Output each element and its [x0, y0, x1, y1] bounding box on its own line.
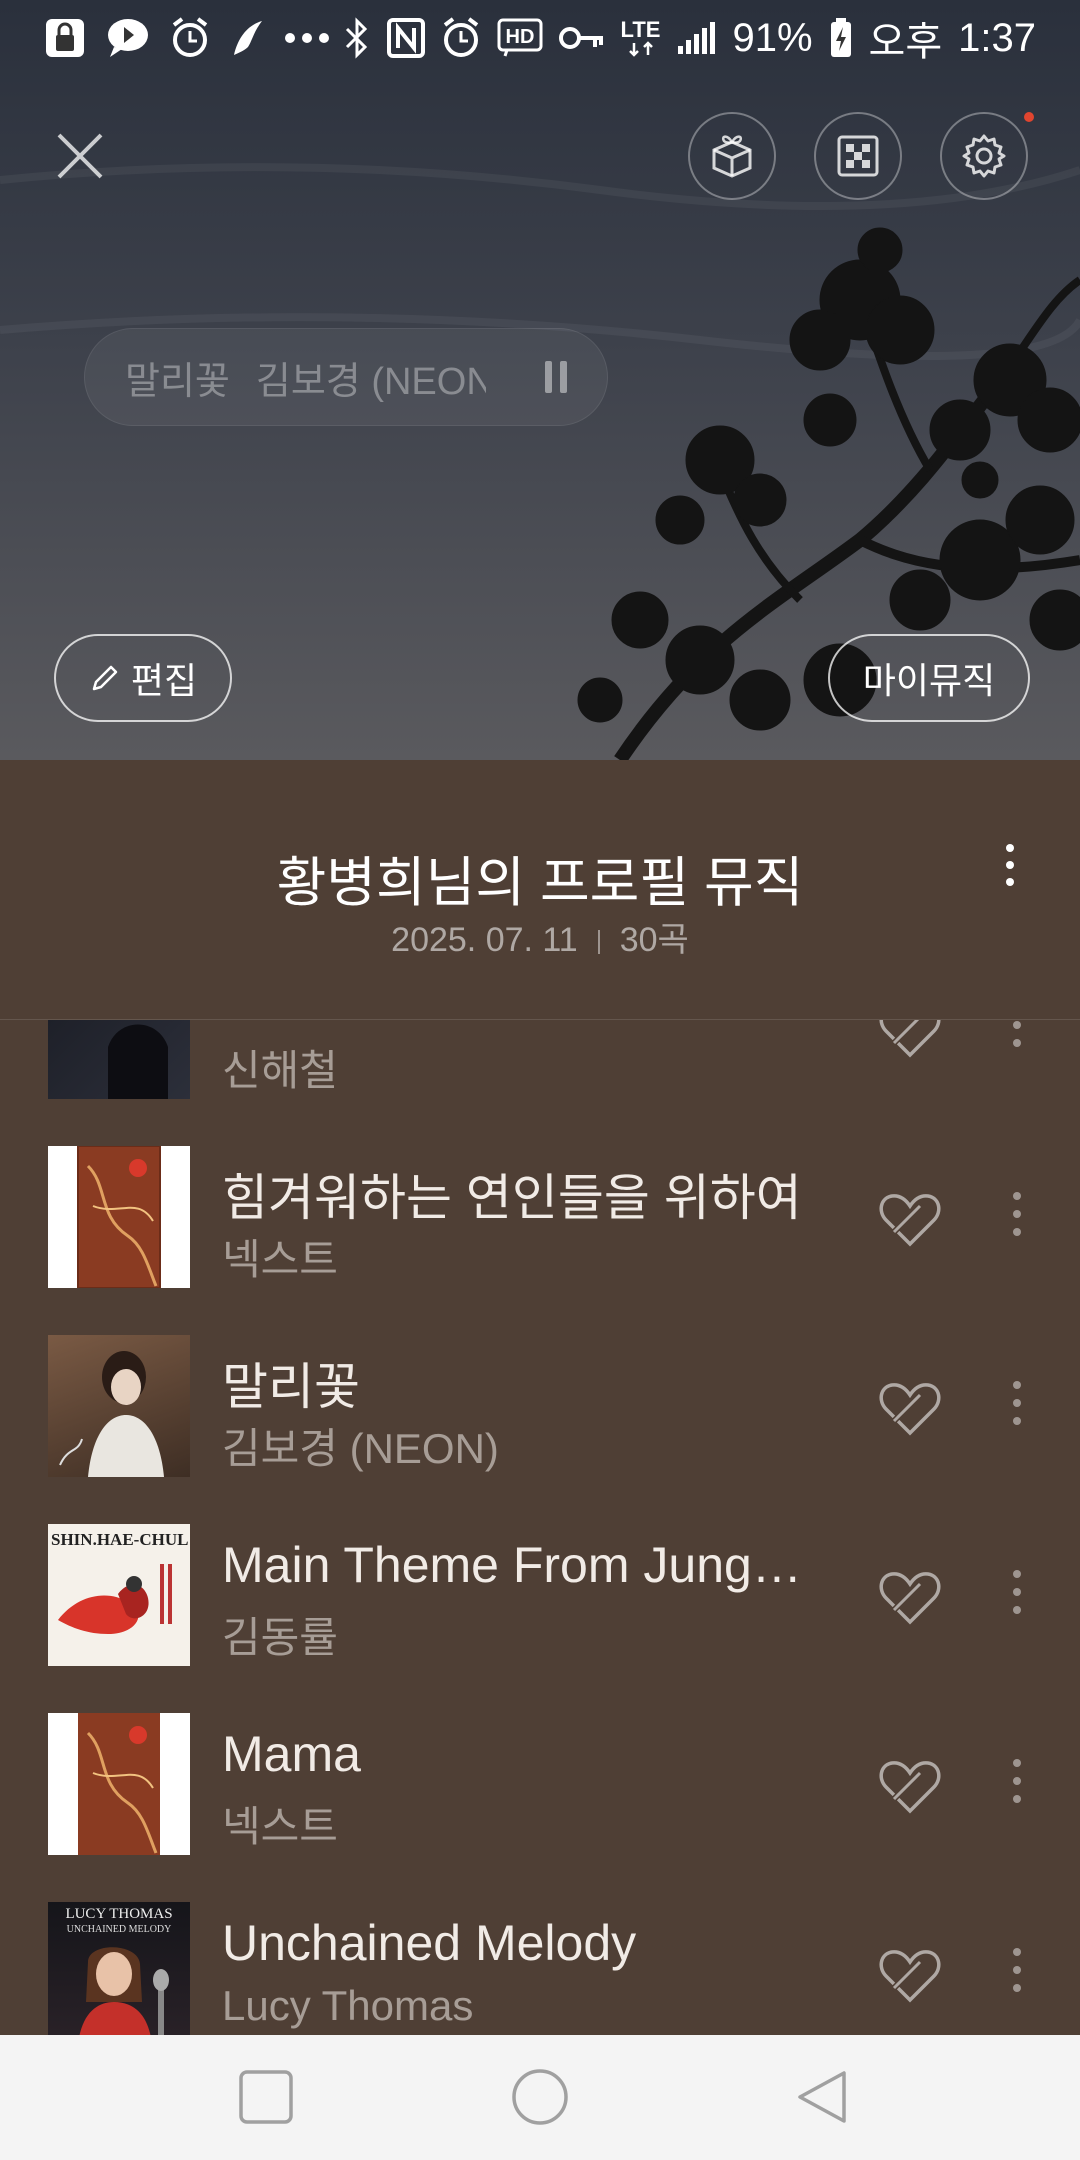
playlist-more-button[interactable]: [1006, 844, 1014, 886]
home-button[interactable]: [508, 2065, 572, 2129]
song-more-button[interactable]: [1013, 1381, 1021, 1425]
mini-player-artist: 김보경 (NEON): [255, 360, 486, 403]
bluetooth-icon: [343, 17, 371, 59]
battery-percent: 91%: [732, 15, 813, 60]
song-row[interactable]: Mama 넥스트: [0, 1675, 1080, 1864]
album-art: LUCY THOMAS UNCHAINED MELODY: [48, 1902, 190, 2035]
album-art: [48, 1020, 190, 1099]
like-heart-icon[interactable]: [878, 1757, 942, 1817]
song-more-button[interactable]: [1013, 1759, 1021, 1803]
playlist-meta: 2025. 07. 11 30곡: [0, 912, 1080, 961]
nfc-icon: [386, 18, 425, 58]
clock: 1:37: [958, 15, 1036, 60]
status-bar: HD LTE 91% 오후 1:37: [0, 0, 1080, 76]
song-row[interactable]: SHIN.HAE-CHUL Main Theme From Jungle Sto…: [0, 1486, 1080, 1675]
song-more-button[interactable]: [1013, 1948, 1021, 1992]
my-music-button[interactable]: 마이뮤직: [828, 634, 1030, 722]
song-more-button[interactable]: [1013, 1570, 1021, 1614]
settings-icon: [962, 134, 1006, 178]
home-icon: [512, 2069, 568, 2125]
lock-icon: [44, 17, 86, 59]
album-art: SHIN.HAE-CHUL: [48, 1524, 190, 1666]
song-title: Main Theme From Jungle Story: [222, 1537, 802, 1593]
song-more-button[interactable]: [1013, 1020, 1021, 1047]
song-artist: 신해철: [222, 1047, 338, 1094]
lte-icon: LTE: [621, 19, 660, 57]
navigation-bar: [0, 2035, 1080, 2160]
mini-player[interactable]: 말리꽃 김보경 (NEON): [84, 328, 608, 426]
pencil-icon: [92, 665, 118, 691]
song-row[interactable]: 말리꽃 김보경 (NEON): [0, 1297, 1080, 1486]
playlist-header: 황병희님의 프로필 뮤직 2025. 07. 11 30곡: [0, 760, 1080, 1020]
song-title: Mama: [222, 1726, 361, 1782]
mini-player-title: 말리꽃: [125, 360, 230, 403]
pattern-button[interactable]: [814, 112, 902, 200]
more-dots-icon: [284, 32, 330, 44]
album-art: [48, 1713, 190, 1855]
song-artist: 김동률: [222, 1614, 338, 1661]
song-title: Unchained Melody: [222, 1915, 637, 1971]
song-title: 말리꽃: [222, 1359, 360, 1415]
like-heart-icon[interactable]: [878, 1379, 942, 1439]
playlist-date: 2025. 07. 11: [391, 921, 578, 959]
playlist-title: 황병희님의 프로필 뮤직: [276, 853, 804, 913]
like-heart-icon[interactable]: [878, 1020, 942, 1061]
signal-icon: [676, 20, 716, 56]
like-heart-icon[interactable]: [878, 1568, 942, 1628]
recent-apps-button[interactable]: [234, 2065, 298, 2129]
song-more-button[interactable]: [1013, 1192, 1021, 1236]
song-list: 신해철 힘겨워하는 연인들을 위하여 넥스트 말리꽃 김보경 (NEON) SH…: [0, 1020, 1080, 2035]
like-heart-icon[interactable]: [878, 1190, 942, 1250]
back-icon: [798, 2071, 846, 2123]
alarm-clock-icon: [441, 17, 481, 59]
gift-box-button[interactable]: [688, 112, 776, 200]
song-artist: 넥스트: [222, 1236, 338, 1283]
recent-apps-icon: [239, 2070, 293, 2124]
hd-icon: HD: [497, 18, 543, 58]
alarm-icon: [170, 17, 210, 59]
song-row[interactable]: 힘겨워하는 연인들을 위하여 넥스트: [0, 1108, 1080, 1297]
edit-button[interactable]: 편집: [54, 634, 232, 722]
album-art: [48, 1146, 190, 1288]
bird-icon: [230, 17, 264, 59]
notification-dot: [1024, 112, 1034, 122]
song-row[interactable]: 신해철: [0, 1020, 1080, 1108]
song-artist: 김보경 (NEON): [222, 1425, 499, 1472]
svg-text:HD: HD: [505, 26, 534, 48]
gift-box-icon: [712, 135, 752, 178]
like-heart-icon[interactable]: [878, 1946, 942, 2006]
close-icon: [57, 133, 103, 179]
album-art: [48, 1335, 190, 1477]
pause-icon[interactable]: [545, 361, 567, 393]
song-artist: 넥스트: [222, 1803, 338, 1850]
playlist-count: 30곡: [619, 921, 689, 959]
settings-button[interactable]: [940, 112, 1028, 200]
my-music-label: 마이뮤직: [862, 660, 996, 701]
time-prefix: 오후: [868, 20, 943, 64]
pattern-icon: [837, 135, 879, 177]
song-row[interactable]: LUCY THOMAS UNCHAINED MELODY Unchained M…: [0, 1864, 1080, 2035]
battery-icon: [829, 17, 853, 59]
close-button[interactable]: [44, 120, 116, 192]
key-icon: [558, 23, 605, 53]
back-button[interactable]: [790, 2065, 854, 2129]
song-artist: Lucy Thomas: [222, 1982, 474, 2029]
song-title: 힘겨워하는 연인들을 위하여: [222, 1170, 802, 1226]
meta-divider: [597, 930, 600, 955]
edit-label: 편집: [130, 660, 198, 701]
message-icon: [106, 17, 150, 59]
